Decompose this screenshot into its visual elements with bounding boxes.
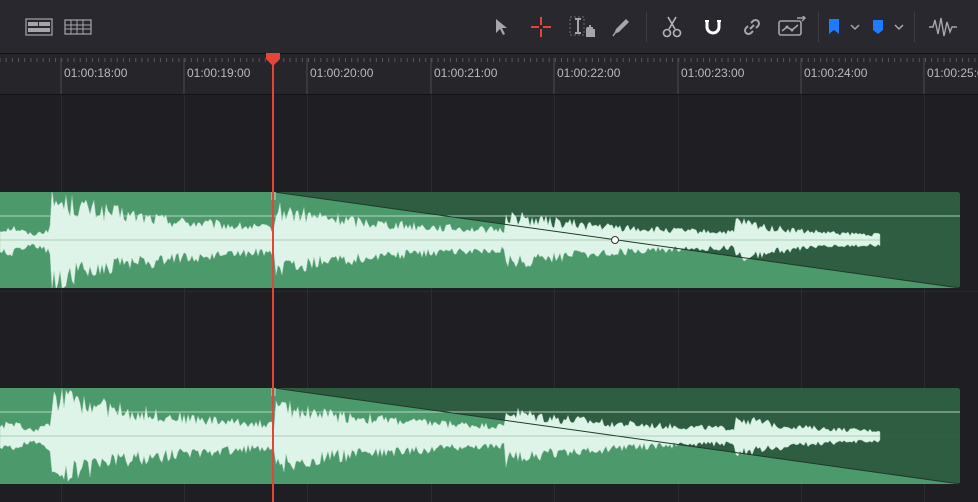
timecode-label: 01:00:18:00 [64, 66, 128, 80]
audio-clip-a1[interactable] [0, 192, 960, 288]
timecode-label: 01:00:20:00 [310, 66, 374, 80]
timeline-view-icon[interactable] [24, 11, 54, 43]
playhead[interactable] [272, 62, 274, 502]
linked-selection-icon[interactable] [737, 11, 767, 43]
marker-dropdown[interactable] [868, 11, 908, 43]
timecode-ruler[interactable]: 01:00:18:00 01:00:19:00 01:00:20:00 01:0… [0, 54, 978, 95]
timecode-label: 01:00:24:00 [804, 66, 868, 80]
dynamic-trim-icon[interactable] [566, 11, 600, 43]
timeline-toolbar [0, 0, 978, 54]
flag-dropdown[interactable] [824, 11, 864, 43]
audio-track-area[interactable] [0, 95, 978, 502]
trim-crosshair-icon[interactable] [526, 11, 556, 43]
selection-pointer-icon[interactable] [486, 11, 516, 43]
timecode-label: 01:00:21:00 [434, 66, 498, 80]
timecode-label: 01:00:22:00 [557, 66, 621, 80]
playhead-handle[interactable] [265, 53, 281, 67]
timecode-label: 01:00:19:00 [187, 66, 251, 80]
position-lock-icon[interactable] [774, 11, 810, 43]
snapping-magnet-icon[interactable] [698, 11, 728, 43]
timecode-label: 01:00:25:00 [927, 66, 978, 80]
volume-keyframe[interactable] [611, 236, 619, 244]
razor-scissors-icon[interactable] [657, 11, 687, 43]
audio-clip-a2[interactable] [0, 388, 960, 484]
blade-pen-icon[interactable] [606, 11, 636, 43]
audio-waveform-icon[interactable] [926, 11, 960, 43]
grid-view-icon[interactable] [63, 11, 93, 43]
clip-waveform-a2 [0, 388, 960, 484]
clip-waveform-a1 [0, 192, 960, 288]
timecode-label: 01:00:23:00 [681, 66, 745, 80]
